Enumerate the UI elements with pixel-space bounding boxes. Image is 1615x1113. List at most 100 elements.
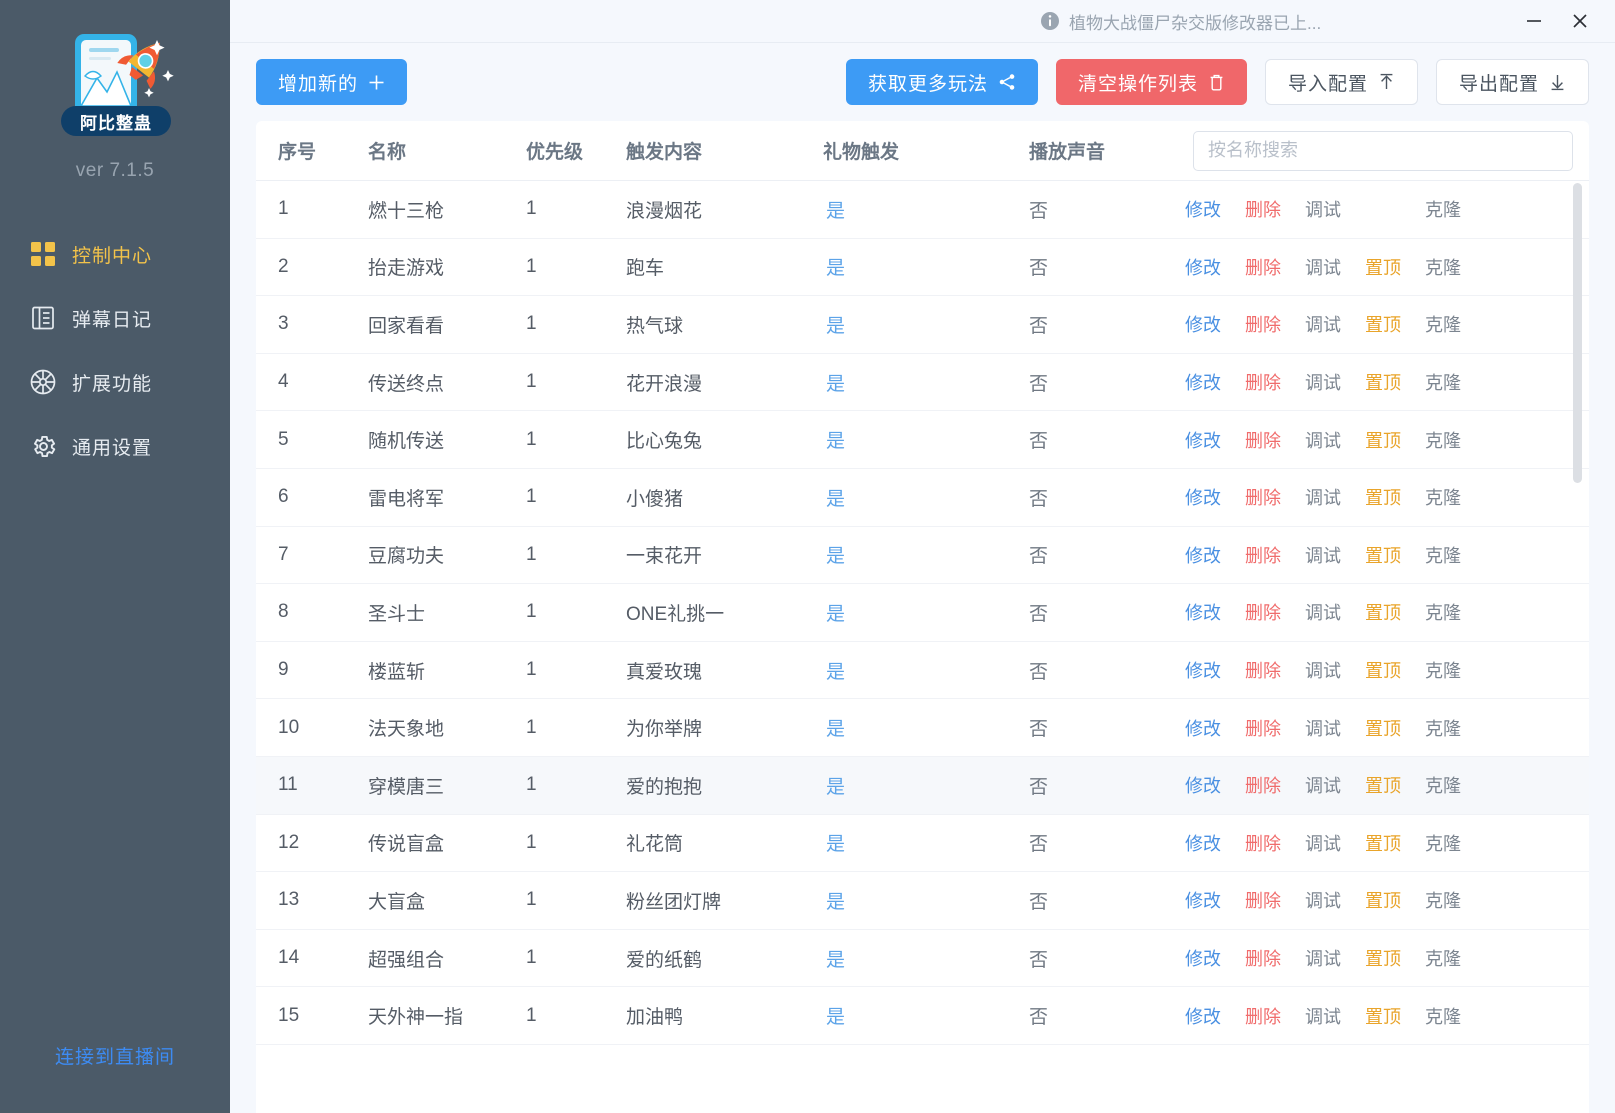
table-scrollbar-thumb[interactable] [1573,183,1582,483]
row-edit-button[interactable]: 修改 [1173,772,1233,798]
row-clone-button[interactable]: 克隆 [1413,657,1473,683]
row-edit-button[interactable]: 修改 [1173,484,1233,510]
row-clone-button[interactable]: 克隆 [1413,311,1473,337]
export-config-button[interactable]: 导出配置 [1435,59,1589,105]
row-pin-top-button[interactable]: 置顶 [1353,772,1413,798]
row-delete-button[interactable]: 删除 [1233,196,1293,222]
get-more-gameplay-button[interactable]: 获取更多玩法 [845,59,1038,105]
row-delete-button[interactable]: 删除 [1233,484,1293,510]
cell-gift-trigger[interactable]: 是 [823,426,1001,453]
row-pin-top-button[interactable]: 置顶 [1353,311,1413,337]
row-debug-button[interactable]: 调试 [1293,542,1353,568]
row-clone-button[interactable]: 克隆 [1413,1003,1473,1029]
clear-list-button[interactable]: 清空操作列表 [1055,59,1247,105]
row-clone-button[interactable]: 克隆 [1413,715,1473,741]
row-delete-button[interactable]: 删除 [1233,599,1293,625]
table-row[interactable]: 5 随机传送 1 比心兔兔 是 否 修改 删除 调试 置顶 克隆 [256,411,1589,469]
row-debug-button[interactable]: 调试 [1293,657,1353,683]
add-new-button[interactable]: 增加新的 [256,59,408,105]
table-row[interactable]: 12 传说盲盒 1 礼花筒 是 否 修改 删除 调试 置顶 克隆 [256,815,1589,873]
row-clone-button[interactable]: 克隆 [1413,427,1473,453]
table-row[interactable]: 11 穿模唐三 1 爱的抱抱 是 否 修改 删除 调试 置顶 克隆 [256,756,1589,815]
table-row[interactable]: 7 豆腐功夫 1 一束花开 是 否 修改 删除 调试 置顶 克隆 [256,527,1589,585]
row-debug-button[interactable]: 调试 [1293,254,1353,280]
cell-gift-trigger[interactable]: 是 [823,772,1001,799]
row-pin-top-button[interactable]: 置顶 [1353,542,1413,568]
connect-to-live-room-link[interactable]: 连接到直播间 [0,1042,230,1069]
row-debug-button[interactable]: 调试 [1293,887,1353,913]
cell-gift-trigger[interactable]: 是 [823,1002,1001,1029]
row-pin-top-button[interactable]: 置顶 [1353,715,1413,741]
row-delete-button[interactable]: 删除 [1233,427,1293,453]
row-delete-button[interactable]: 删除 [1233,657,1293,683]
cell-gift-trigger[interactable]: 是 [823,369,1001,396]
row-clone-button[interactable]: 克隆 [1413,830,1473,856]
row-clone-button[interactable]: 克隆 [1413,369,1473,395]
row-debug-button[interactable]: 调试 [1293,427,1353,453]
row-delete-button[interactable]: 删除 [1233,830,1293,856]
row-debug-button[interactable]: 调试 [1293,311,1353,337]
row-edit-button[interactable]: 修改 [1173,657,1233,683]
row-clone-button[interactable]: 克隆 [1413,196,1473,222]
row-edit-button[interactable]: 修改 [1173,715,1233,741]
sidebar-item-extensions[interactable]: 扩展功能 [0,350,230,414]
cell-gift-trigger[interactable]: 是 [823,599,1001,626]
table-row[interactable]: 8 圣斗士 1 ONE礼挑一 是 否 修改 删除 调试 置顶 克隆 [256,584,1589,642]
row-pin-top-button[interactable]: 置顶 [1353,1003,1413,1029]
row-clone-button[interactable]: 克隆 [1413,945,1473,971]
row-debug-button[interactable]: 调试 [1293,196,1353,222]
row-delete-button[interactable]: 删除 [1233,945,1293,971]
row-delete-button[interactable]: 删除 [1233,369,1293,395]
table-row[interactable]: 14 超强组合 1 爱的纸鹤 是 否 修改 删除 调试 置顶 克隆 [256,930,1589,988]
row-delete-button[interactable]: 删除 [1233,542,1293,568]
row-pin-top-button[interactable]: 置顶 [1353,830,1413,856]
row-pin-top-button[interactable]: 置顶 [1353,427,1413,453]
row-edit-button[interactable]: 修改 [1173,945,1233,971]
table-row[interactable]: 9 楼蓝斩 1 真爱玫瑰 是 否 修改 删除 调试 置顶 克隆 [256,642,1589,700]
row-pin-top-button[interactable]: 置顶 [1353,369,1413,395]
row-pin-top-button[interactable]: 置顶 [1353,945,1413,971]
sidebar-item-general-settings[interactable]: 通用设置 [0,414,230,478]
row-edit-button[interactable]: 修改 [1173,542,1233,568]
table-row[interactable]: 15 天外神一指 1 加油鸭 是 否 修改 删除 调试 置顶 克隆 [256,987,1589,1045]
row-edit-button[interactable]: 修改 [1173,427,1233,453]
row-clone-button[interactable]: 克隆 [1413,254,1473,280]
titlebar-notice[interactable]: 植物大战僵尸杂交版修改器已上... [1040,9,1321,34]
row-edit-button[interactable]: 修改 [1173,369,1233,395]
table-row[interactable]: 6 雷电将军 1 小傻猪 是 否 修改 删除 调试 置顶 克隆 [256,469,1589,527]
cell-gift-trigger[interactable]: 是 [823,311,1001,338]
cell-gift-trigger[interactable]: 是 [823,887,1001,914]
sidebar-item-danmaku-log[interactable]: 弹幕日记 [0,286,230,350]
cell-gift-trigger[interactable]: 是 [823,714,1001,741]
row-edit-button[interactable]: 修改 [1173,311,1233,337]
cell-gift-trigger[interactable]: 是 [823,253,1001,280]
row-pin-top-button[interactable]: 置顶 [1353,887,1413,913]
row-delete-button[interactable]: 删除 [1233,715,1293,741]
search-input[interactable] [1208,140,1558,161]
row-debug-button[interactable]: 调试 [1293,830,1353,856]
cell-gift-trigger[interactable]: 是 [823,484,1001,511]
row-clone-button[interactable]: 克隆 [1413,542,1473,568]
row-debug-button[interactable]: 调试 [1293,369,1353,395]
search-box[interactable] [1193,130,1573,171]
cell-gift-trigger[interactable]: 是 [823,196,1001,223]
row-debug-button[interactable]: 调试 [1293,599,1353,625]
table-row[interactable]: 3 回家看看 1 热气球 是 否 修改 删除 调试 置顶 克隆 [256,296,1589,354]
row-delete-button[interactable]: 删除 [1233,254,1293,280]
row-clone-button[interactable]: 克隆 [1413,887,1473,913]
row-pin-top-button[interactable]: 置顶 [1353,254,1413,280]
table-row[interactable]: 2 抬走游戏 1 跑车 是 否 修改 删除 调试 置顶 克隆 [256,239,1589,297]
row-debug-button[interactable]: 调试 [1293,715,1353,741]
row-clone-button[interactable]: 克隆 [1413,599,1473,625]
row-edit-button[interactable]: 修改 [1173,830,1233,856]
row-delete-button[interactable]: 删除 [1233,1003,1293,1029]
table-row[interactable]: 10 法天象地 1 为你举牌 是 否 修改 删除 调试 置顶 克隆 [256,699,1589,757]
cell-gift-trigger[interactable]: 是 [823,657,1001,684]
cell-gift-trigger[interactable]: 是 [823,945,1001,972]
row-debug-button[interactable]: 调试 [1293,1003,1353,1029]
row-edit-button[interactable]: 修改 [1173,254,1233,280]
row-clone-button[interactable]: 克隆 [1413,772,1473,798]
row-edit-button[interactable]: 修改 [1173,887,1233,913]
row-pin-top-button[interactable]: 置顶 [1353,657,1413,683]
row-edit-button[interactable]: 修改 [1173,1003,1233,1029]
